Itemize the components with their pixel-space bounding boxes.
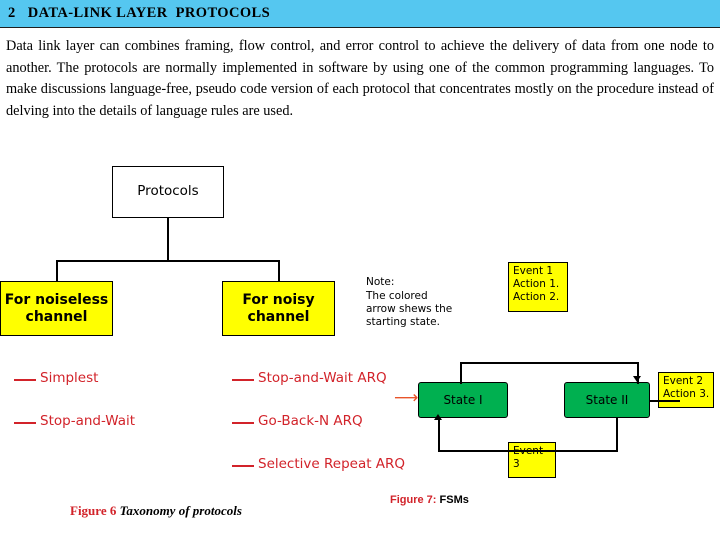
event-3-box: Event 3 bbox=[508, 442, 556, 478]
event-1-box: Event 1 Action 1. Action 2. bbox=[508, 262, 568, 312]
connector-left-drop bbox=[56, 260, 58, 282]
node-for-noiseless-channel-label: For noiseless channel bbox=[4, 292, 109, 325]
leaf-stop-and-wait: Stop-and-Wait bbox=[40, 413, 136, 429]
page-title: 2 DATA-LINK LAYER PROTOCOLS bbox=[8, 5, 271, 21]
fsm-line-state2-right bbox=[650, 400, 680, 402]
figure-7-caption-title: FSMs bbox=[436, 494, 469, 506]
figure-6-caption: Figure 6 Taxonomy of protocols bbox=[70, 503, 242, 519]
state-1-box: State I bbox=[418, 382, 508, 418]
leaf-line-left-2 bbox=[14, 422, 36, 424]
node-protocols: Protocols bbox=[112, 166, 224, 218]
start-arrow-icon: ⟶ bbox=[394, 388, 419, 408]
event-2-box: Event 2 Action 3. bbox=[658, 372, 714, 408]
figure-6-caption-label: Figure 6 bbox=[70, 503, 120, 518]
leaf-simplest: Simplest bbox=[40, 370, 99, 386]
node-for-noisy-channel-label: For noisy channel bbox=[242, 292, 315, 325]
connector-horizontal bbox=[56, 260, 279, 262]
fsm-line-bottom bbox=[438, 450, 618, 452]
node-for-noisy-channel: For noisy channel bbox=[222, 281, 335, 336]
leaf-line-right-3 bbox=[232, 465, 254, 467]
body-paragraph: Data link layer can combines framing, fl… bbox=[6, 38, 714, 119]
fsm-line-top bbox=[460, 362, 638, 364]
figure-7-fsm: Note: The colored arrow shews the starti… bbox=[360, 262, 720, 524]
leaf-line-right-2 bbox=[232, 422, 254, 424]
figure-7-caption-label: Figure 7: bbox=[390, 494, 437, 506]
figure-6-taxonomy: Protocols For noiseless channel For nois… bbox=[0, 158, 405, 518]
figure-7-caption: Figure 7: FSMs bbox=[390, 494, 469, 506]
slide-page: 2 DATA-LINK LAYER PROTOCOLS Data link la… bbox=[0, 0, 720, 540]
fsm-note-body: The colored arrow shews the starting sta… bbox=[366, 290, 453, 328]
fsm-line-state2-up bbox=[616, 417, 618, 451]
leaf-go-back-n-arq: Go-Back-N ARQ bbox=[258, 413, 363, 429]
figure-6-caption-title: Taxonomy of protocols bbox=[119, 503, 242, 518]
node-for-noiseless-channel: For noiseless channel bbox=[0, 281, 113, 336]
leaf-line-right-1 bbox=[232, 379, 254, 381]
connector-root-stem bbox=[167, 218, 169, 261]
fsm-note-title: Note: bbox=[366, 276, 395, 288]
connector-right-drop bbox=[278, 260, 280, 282]
fsm-arrowhead-to-state1 bbox=[434, 414, 442, 420]
state-2-box: State II bbox=[564, 382, 650, 418]
section-header-bar: 2 DATA-LINK LAYER PROTOCOLS bbox=[0, 0, 720, 28]
fsm-arrowhead-to-state2 bbox=[633, 376, 641, 382]
leaf-line-left-1 bbox=[14, 379, 36, 381]
fsm-line-state1-up bbox=[460, 362, 462, 384]
fsm-line-state1-down bbox=[438, 417, 440, 451]
